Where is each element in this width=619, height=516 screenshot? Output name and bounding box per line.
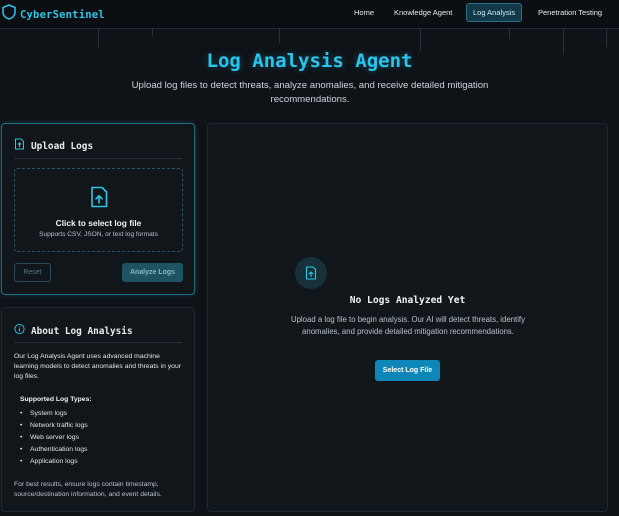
empty-state-badge xyxy=(295,257,327,289)
about-panel: About Log Analysis Our Log Analysis Agen… xyxy=(1,307,195,512)
list-item: Network traffic logs xyxy=(20,420,88,432)
nav-link-home[interactable]: Home xyxy=(347,3,381,22)
dropzone-subtitle: Supports CSV, JSON, or text log formats xyxy=(39,231,158,238)
dropzone-title: Click to select log file xyxy=(55,218,142,228)
list-item: Authentication logs xyxy=(20,444,88,456)
upload-panel-header: Upload Logs xyxy=(14,137,93,155)
list-item: Web server logs xyxy=(20,432,88,444)
page-subtitle: Upload log files to detect threats, anal… xyxy=(131,80,489,105)
brand[interactable]: CyberSentinel xyxy=(2,4,105,25)
list-item: System logs xyxy=(20,408,88,420)
log-types-title: Supported Log Types: xyxy=(20,396,92,403)
shield-icon xyxy=(2,4,16,25)
nav-link-penetration-testing[interactable]: Penetration Testing xyxy=(531,3,609,22)
file-upload-icon xyxy=(14,137,25,155)
about-description: Our Log Analysis Agent uses advanced mac… xyxy=(14,353,181,380)
file-dropzone[interactable]: Click to select log file Supports CSV, J… xyxy=(14,168,183,252)
empty-state-text: Upload a log file to begin analysis. Our… xyxy=(290,315,526,336)
about-panel-title: About Log Analysis xyxy=(31,325,133,337)
results-panel: No Logs Analyzed Yet Upload a log file t… xyxy=(207,123,608,512)
top-nav: CyberSentinel Home Knowledge Agent Log A… xyxy=(0,0,619,29)
divider xyxy=(14,158,182,159)
about-panel-header: About Log Analysis xyxy=(14,322,133,340)
about-footer-note: For best results, ensure logs contain ti… xyxy=(14,481,162,498)
analyze-logs-button[interactable]: Analyze Logs xyxy=(122,263,183,282)
decor-line xyxy=(606,29,607,47)
brand-name: CyberSentinel xyxy=(20,8,105,21)
upload-panel-title: Upload Logs xyxy=(31,140,94,152)
list-item: Application logs xyxy=(20,456,88,468)
nav-link-knowledge-agent[interactable]: Knowledge Agent xyxy=(387,3,459,22)
reset-button[interactable]: Reset xyxy=(14,263,51,282)
select-log-file-button[interactable]: Select Log File xyxy=(375,360,440,381)
decor-line xyxy=(98,29,99,47)
log-types-list: System logs Network traffic logs Web ser… xyxy=(20,408,88,468)
upload-panel: Upload Logs Click to select log file Sup… xyxy=(1,123,195,295)
decor-line xyxy=(420,29,421,51)
divider xyxy=(14,342,182,343)
page-title: Log Analysis Agent xyxy=(206,50,413,72)
decor-line xyxy=(152,29,153,37)
nav-link-log-analysis[interactable]: Log Analysis xyxy=(466,3,523,22)
decor-line xyxy=(509,29,510,39)
info-icon xyxy=(14,322,25,340)
empty-state-title: No Logs Analyzed Yet xyxy=(349,295,466,306)
decor-line xyxy=(279,29,280,43)
